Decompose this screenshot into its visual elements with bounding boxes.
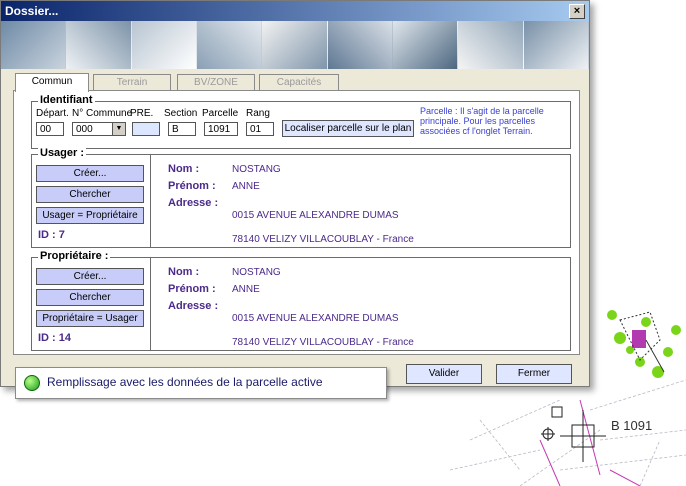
usager-adresse-label: Adresse : xyxy=(168,197,219,209)
divider xyxy=(150,258,151,350)
proprietaire-group: Propriétaire : Créer... Chercher Proprié… xyxy=(31,250,571,351)
tab-panel-commun: Identifiant Départ. N° Commune PRE. Sect… xyxy=(13,90,580,355)
usager-id: ID : 7 xyxy=(38,229,65,241)
commune-select[interactable]: 000 ▼ xyxy=(72,122,126,136)
proprietaire-adresse-label: Adresse : xyxy=(168,300,219,312)
banner-image xyxy=(262,21,328,69)
proprietaire-adresse-line2: 78140 VELIZY VILLACOUBLAY - France xyxy=(232,337,414,348)
usager-id-value: 7 xyxy=(58,229,65,241)
section-label: Section xyxy=(164,108,198,119)
identifiant-group: Identifiant Départ. N° Commune PRE. Sect… xyxy=(31,94,571,149)
rang-label: Rang xyxy=(246,108,270,119)
status-notification: Remplissage avec les données de la parce… xyxy=(15,367,387,399)
proprietaire-adresse-line1: 0015 AVENUE ALEXANDRE DUMAS xyxy=(232,313,399,324)
validate-button[interactable]: Valider xyxy=(406,364,482,384)
banner-image xyxy=(66,21,132,69)
proprietaire-id-value: 14 xyxy=(58,332,72,344)
proprietaire-id: ID : 14 xyxy=(38,332,71,344)
usager-search-button[interactable]: Chercher xyxy=(36,186,144,203)
usager-prenom-label: Prénom : xyxy=(168,180,216,192)
banner-image xyxy=(131,21,197,69)
pre-field[interactable] xyxy=(132,122,160,136)
commune-value: 000 xyxy=(76,124,93,135)
usager-legend: Usager : xyxy=(38,147,87,159)
window-title: Dossier... xyxy=(5,4,59,18)
proprietaire-id-label: ID : xyxy=(38,332,56,344)
usager-nom: NOSTANG xyxy=(232,164,281,175)
parcel-map-label: B 1091 xyxy=(611,418,653,433)
usager-adresse-line2: 78140 VELIZY VILLACOUBLAY - France xyxy=(232,234,414,245)
tab-commun[interactable]: Commun xyxy=(15,73,89,92)
close-button[interactable]: Fermer xyxy=(496,364,572,384)
status-message: Remplissage avec les données de la parce… xyxy=(47,375,323,389)
banner-image xyxy=(327,21,393,69)
rang-field[interactable]: 01 xyxy=(246,122,274,136)
tab-capacites[interactable]: Capacités xyxy=(259,74,339,91)
proprietaire-prenom-label: Prénom : xyxy=(168,283,216,295)
header-banner xyxy=(1,21,589,69)
commune-label: N° Commune xyxy=(72,108,133,119)
proprietaire-nom: NOSTANG xyxy=(232,267,281,278)
banner-image xyxy=(196,21,263,69)
parcel-info-note: Parcelle : Il s'agit de la parcelle prin… xyxy=(420,106,544,136)
identifiant-legend: Identifiant xyxy=(38,94,95,106)
tab-terrain[interactable]: Terrain xyxy=(93,74,171,91)
green-status-icon xyxy=(24,375,40,391)
banner-image xyxy=(1,21,67,69)
proprietaire-prenom: ANNE xyxy=(232,284,260,295)
divider xyxy=(150,155,151,247)
pre-label: PRE. xyxy=(130,108,154,119)
locate-parcel-button[interactable]: Localiser parcelle sur le plan xyxy=(282,120,414,137)
depart-field[interactable]: 00 xyxy=(36,122,64,136)
usager-nom-label: Nom : xyxy=(168,163,200,175)
dossier-dialog: Dossier... × Commun Terrain BV/ZONE Capa… xyxy=(0,0,590,387)
proprietaire-create-button[interactable]: Créer... xyxy=(36,268,144,285)
usager-adresse-line1: 0015 AVENUE ALEXANDRE DUMAS xyxy=(232,210,399,221)
chevron-down-icon[interactable]: ▼ xyxy=(112,123,125,135)
usager-create-button[interactable]: Créer... xyxy=(36,165,144,182)
banner-image xyxy=(523,21,589,69)
usager-prenom: ANNE xyxy=(232,181,260,192)
proprietaire-legend: Propriétaire : xyxy=(38,250,111,262)
proprietaire-equals-user-button[interactable]: Propriétaire = Usager xyxy=(36,310,144,327)
parcelle-field[interactable]: 1091 xyxy=(204,122,238,136)
tab-bv-zone[interactable]: BV/ZONE xyxy=(177,74,255,91)
section-field[interactable]: B xyxy=(168,122,196,136)
proprietaire-search-button[interactable]: Chercher xyxy=(36,289,144,306)
proprietaire-nom-label: Nom : xyxy=(168,266,200,278)
close-icon[interactable]: × xyxy=(569,4,585,19)
usager-group: Usager : Créer... Chercher Usager = Prop… xyxy=(31,147,571,248)
banner-image xyxy=(392,21,459,69)
usager-id-label: ID : xyxy=(38,229,56,241)
title-bar[interactable]: Dossier... × xyxy=(1,1,589,21)
depart-label: Départ. xyxy=(36,108,69,119)
parcelle-label: Parcelle xyxy=(202,108,239,119)
banner-image xyxy=(458,21,524,69)
usager-equals-owner-button[interactable]: Usager = Propriétaire xyxy=(36,207,144,224)
